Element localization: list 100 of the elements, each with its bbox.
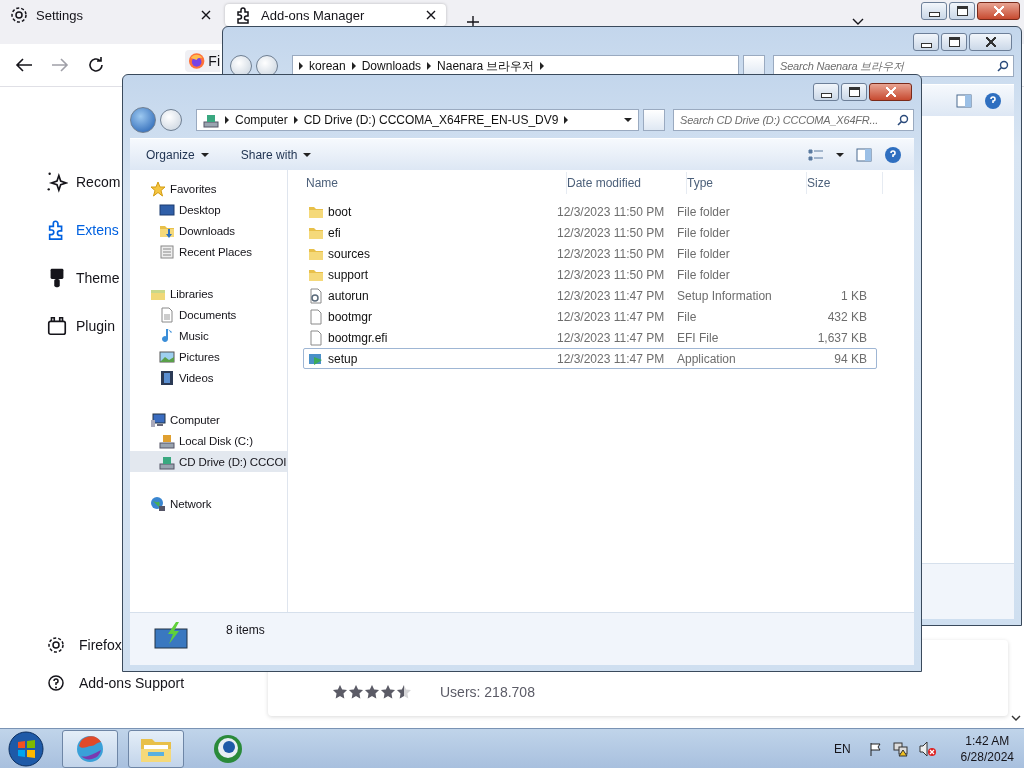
browser-tab[interactable]: Settings (0, 4, 221, 26)
nav-item[interactable]: Computer (130, 409, 287, 430)
search-icon (997, 60, 1009, 72)
network-icon[interactable] (892, 740, 909, 757)
maximize-button[interactable] (841, 83, 867, 101)
type-cell-text: File folder (677, 267, 731, 282)
date-cell-text: 12/3/2023 11:50 PM (557, 246, 666, 261)
flag-icon[interactable] (868, 741, 883, 756)
dropdown-icon[interactable] (624, 118, 632, 122)
back-icon[interactable] (15, 57, 33, 73)
tab-title: Settings (36, 7, 84, 23)
settings-file-icon (308, 287, 324, 304)
file-name: support (328, 267, 369, 282)
clock[interactable]: 1:42 AM 6/28/2024 (960, 732, 1014, 765)
forward-button[interactable] (256, 55, 278, 77)
computer-icon (150, 411, 166, 428)
close-icon[interactable] (201, 10, 211, 20)
sidebar-link[interactable]: Add-ons Support (46, 668, 185, 698)
browser-tab[interactable]: Add-ons Manager (225, 4, 446, 26)
close-button[interactable] (969, 33, 1012, 51)
arrow-icon (564, 116, 569, 124)
sparkle-icon (46, 171, 68, 193)
category-item[interactable]: Plugin (46, 302, 115, 350)
file-name: autorun (328, 288, 369, 303)
start-orb-icon[interactable] (8, 730, 44, 767)
minimize-button[interactable] (813, 83, 839, 101)
breadcrumb[interactable]: Downloads (361, 59, 422, 73)
close-button[interactable] (869, 83, 912, 101)
nav-item[interactable]: Downloads (130, 220, 287, 241)
dropdown-icon[interactable] (836, 152, 844, 157)
type-cell-text: File folder (677, 225, 731, 240)
cd-drive-icon (203, 112, 219, 128)
maximize-button[interactable] (941, 33, 967, 51)
nav-item[interactable]: Favorites (130, 178, 287, 199)
arrow-icon (225, 116, 229, 124)
view-options-icon[interactable] (808, 148, 824, 161)
star-icon (364, 684, 380, 700)
breadcrumb[interactable]: korean (309, 59, 346, 73)
category-item[interactable]: Theme (46, 254, 120, 302)
toolbar-menu-button[interactable]: Organize (140, 143, 215, 166)
column-header[interactable]: Size (807, 172, 883, 194)
nav-item[interactable]: CD Drive (D:) CCCOI (130, 451, 287, 472)
maximize-button[interactable] (949, 2, 975, 20)
refresh-button[interactable] (743, 55, 765, 77)
type-cell-text: File (677, 309, 698, 324)
help-icon[interactable] (984, 91, 1002, 110)
close-button[interactable] (977, 2, 1020, 20)
minimize-button[interactable] (921, 2, 947, 20)
help-icon (47, 674, 65, 692)
minimize-button[interactable] (913, 33, 939, 51)
scroll-down-icon[interactable] (1011, 715, 1021, 722)
cd-drive-icon (154, 621, 188, 649)
nav-item[interactable]: Recent Places (130, 241, 287, 262)
nav-item[interactable]: Pictures (130, 346, 287, 367)
document-icon (308, 308, 324, 325)
toolbar-menu-button[interactable]: Share with (234, 143, 318, 166)
file-row[interactable]: efi 12/3/2023 11:50 PM File folder (303, 222, 877, 243)
tab-title: Add-ons Manager (261, 7, 366, 23)
muted-speaker-icon[interactable] (918, 740, 937, 757)
file-row[interactable]: bootmgr 12/3/2023 11:47 PM File 432 KB (303, 306, 877, 327)
column-header[interactable]: Name (306, 172, 567, 194)
close-icon[interactable] (426, 10, 436, 20)
nav-item[interactable]: Network (130, 493, 287, 514)
breadcrumb[interactable]: Naenara 브라우저 (437, 57, 535, 75)
breadcrumb[interactable]: Computer (235, 113, 288, 127)
forward-icon[interactable] (51, 57, 69, 73)
arrow-icon (293, 116, 298, 124)
column-header[interactable]: Date modified (567, 172, 687, 194)
star-icon (332, 684, 348, 700)
file-row[interactable]: autorun 12/3/2023 11:47 PM Setup Information 1 KB (303, 285, 877, 306)
file-row[interactable]: sources 12/3/2023 11:50 PM File folder (303, 243, 877, 264)
reload-icon[interactable] (87, 56, 105, 74)
file-row[interactable]: bootmgr.efi 12/3/2023 11:47 PM EFI File 1,637 KB (303, 327, 877, 348)
nav-item[interactable]: Documents (130, 304, 287, 325)
breadcrumb[interactable]: CD Drive (D:) CCCOMA_X64FRE_EN-US_DV9 (303, 113, 559, 127)
nav-item[interactable]: Desktop (130, 199, 287, 220)
nav-item[interactable]: Music (130, 325, 287, 346)
sidebar-link[interactable]: Firefox (46, 630, 122, 660)
address-bar[interactable]: korean Downloads Naenara 브라우저 (292, 55, 739, 77)
category-item[interactable]: Extens (46, 206, 119, 254)
nav-item[interactable]: Local Disk (C:) (130, 430, 287, 451)
search-field[interactable]: Search Naenara 브라우저 (773, 55, 1014, 77)
language-indicator[interactable]: EN (833, 741, 851, 756)
nav-item[interactable]: Libraries (130, 283, 287, 304)
globe-icon[interactable] (212, 732, 244, 765)
back-button[interactable] (230, 55, 252, 77)
browser-icon[interactable] (75, 733, 105, 764)
category-item[interactable]: Recom (46, 158, 121, 206)
nav-item[interactable]: Videos (130, 367, 287, 388)
file-name: sources (328, 246, 371, 261)
file-row[interactable]: setup 12/3/2023 11:47 PM Application 94 KB (303, 348, 877, 369)
help-icon[interactable] (884, 145, 902, 164)
search-field[interactable]: Search CD Drive (D:) CCCOMA_X64FR... (673, 109, 914, 131)
address-bar[interactable]: Computer CD Drive (D:) CCCOMA_X64FRE_EN-US_DV9 (196, 109, 639, 131)
column-header[interactable]: Type (687, 172, 807, 194)
pictures-icon (159, 348, 175, 365)
chevron-down-icon[interactable] (852, 18, 864, 26)
file-row[interactable]: support 12/3/2023 11:50 PM File folder (303, 264, 877, 285)
address-bar[interactable]: Fi (185, 50, 220, 72)
file-row[interactable]: boot 12/3/2023 11:50 PM File folder (303, 201, 877, 222)
